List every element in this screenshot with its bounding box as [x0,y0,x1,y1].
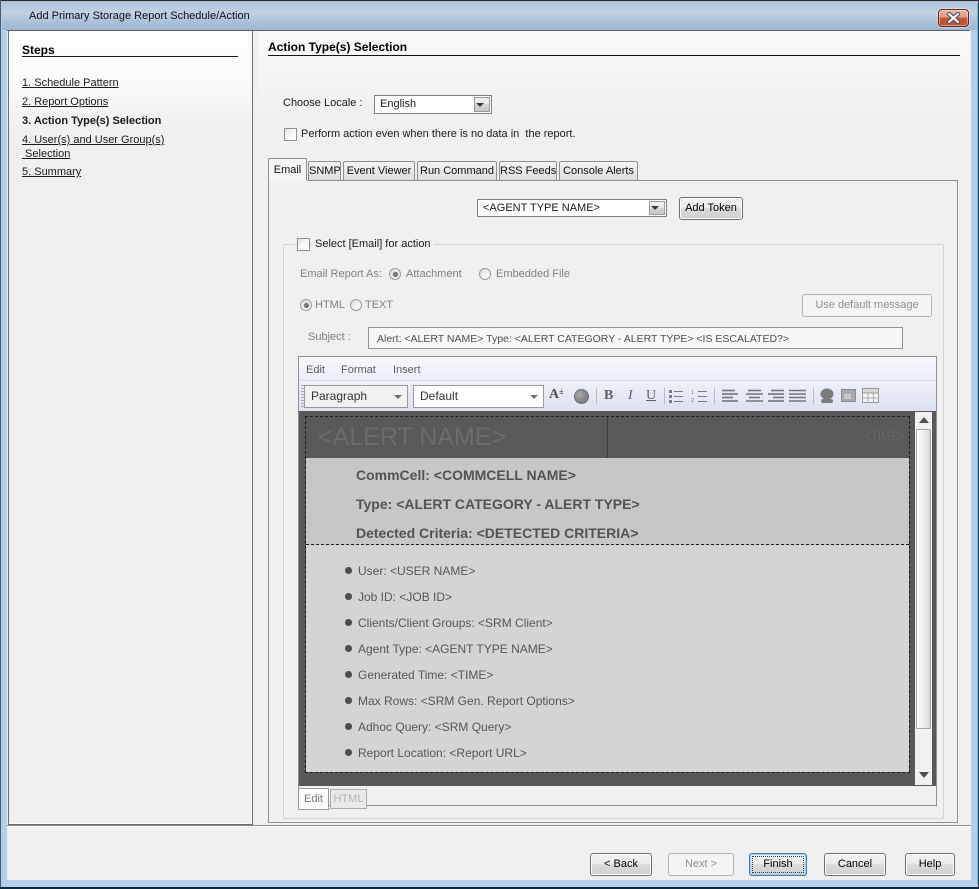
svg-text:2: 2 [691,398,694,403]
svg-text:1: 1 [691,390,694,396]
